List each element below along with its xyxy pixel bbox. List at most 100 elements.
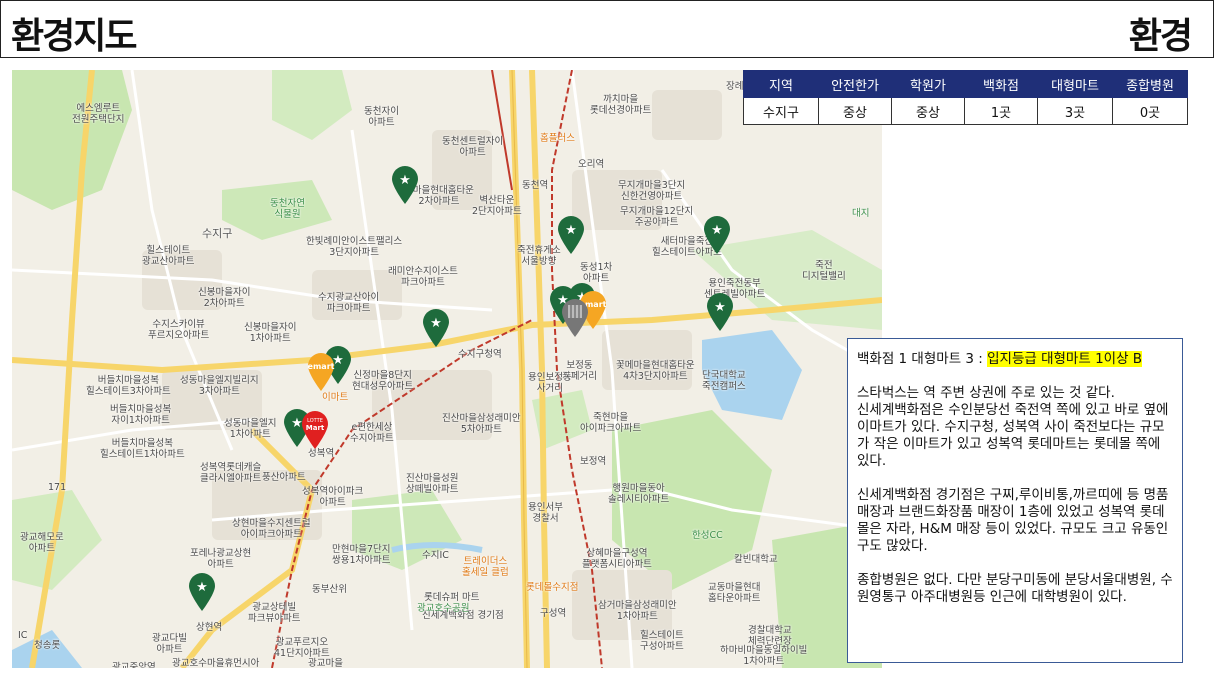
- notes-paragraph-shinsegae: 신세계백화점은 수인분당선 죽전역 쪽에 있고 바로 옆에 이마트가 있다. 수…: [857, 402, 1169, 469]
- starbucks-pin-icon[interactable]: ★: [187, 572, 217, 612]
- map-place-label: 벽산타운 2단지아파트: [472, 195, 522, 217]
- header-safety: 안전한가: [818, 70, 892, 98]
- cell-safety: 중상: [818, 97, 892, 125]
- map-place-label: 광교호수공원: [417, 603, 470, 614]
- map-place-label: 수지스카이뷰 푸르지오아파트: [148, 319, 210, 341]
- map-place-label: 버들치마을성복 힐스테이트1차아파트: [100, 438, 185, 460]
- map-place-label: 성동마을엘지빌리지 3차아파트: [180, 375, 259, 397]
- header-region: 지역: [743, 70, 819, 98]
- map-place-label: 동천역: [522, 180, 549, 191]
- park-area: [272, 70, 352, 140]
- map-place-label: 무지개마을3단지 신한건영아파트: [618, 180, 686, 202]
- map-place-label: 교동마을현대 홈타운아파트: [708, 582, 761, 604]
- map-place-label: 신정마을8단지 현대성우아파트: [352, 370, 414, 392]
- cell-academy: 중상: [891, 97, 965, 125]
- map-place-label: 신봉마을자이 1차아파트: [244, 322, 297, 344]
- starbucks-pin-icon[interactable]: ★: [390, 165, 420, 205]
- map-place-label: 버들치마을성복 힐스테이트3차아파트: [86, 375, 171, 397]
- map-place-label: 롯데몰수지점: [526, 582, 579, 593]
- map-place-label: 동천자연 식물원: [270, 198, 305, 220]
- map-place-label: 수지광교산아이 파크아파트: [318, 292, 380, 314]
- summary-prefix: 백화점 1 대형마트 3 :: [857, 351, 988, 367]
- map-place-label: 용인서부 경찰서: [528, 502, 563, 524]
- svg-text:★: ★: [565, 223, 577, 238]
- map-place-label: 성동마을엘지 1차아파트: [224, 418, 277, 440]
- page-header: 환경지도 환경: [0, 0, 1214, 58]
- map-place-label: 진산마을성원 상떼빌아파트: [406, 473, 459, 495]
- map-place-label: 래미안수지이스트 파크아파트: [388, 266, 458, 288]
- map-place-label: 삼거마을삼성래미안 1차아파트: [598, 600, 677, 622]
- svg-text:★: ★: [399, 173, 411, 188]
- header-general-hospital: 종합병원: [1112, 70, 1188, 98]
- map-place-label: 포레나광교상현 아파트: [190, 548, 252, 570]
- notes-paragraph-luxury: 신세계백화점 경기점은 구찌,루이비통,까르띠에 등 명품매장과 브랜드화장품 …: [857, 487, 1169, 554]
- park-area: [12, 70, 132, 210]
- map-place-label: 상현마을수지센트럴 아이파크아파트: [232, 518, 311, 540]
- map-place-label: 보정역: [580, 456, 607, 467]
- map-place-label: 롯데슈퍼 마트: [424, 592, 480, 603]
- notes-box: 백화점 1 대형마트 3 : 입지등급 대형마트 1이상 B 스타벅스는 역 주…: [847, 338, 1183, 663]
- rail-line: [491, 70, 513, 191]
- svg-text:★: ★: [711, 223, 723, 238]
- map-place-label: 만현마을7단지 쌍용1차아파트: [332, 544, 391, 566]
- map-background: [12, 70, 882, 668]
- map-place-label: 광교중앙역: [112, 662, 156, 668]
- starbucks-pin-icon[interactable]: ★: [705, 292, 735, 332]
- notes-paragraph-starbucks: 스타벅스는 역 주변 상권에 주로 있는 것 같다.: [857, 385, 1115, 401]
- svg-text:★: ★: [430, 316, 442, 331]
- map-place-label: 한빛례미안이스트팰리스 3단지아파트: [306, 236, 403, 258]
- grade-highlight: 입지등급 대형마트 1이상 B: [987, 351, 1143, 367]
- map-place-label: 오리역: [578, 159, 605, 170]
- map-place-label: 성복역롯데캐슬 클라시엘아파트: [200, 462, 262, 484]
- map-place-label: 구성역: [540, 608, 567, 619]
- map-place-label: 하마비마을동일하이빌 1차아파트: [720, 645, 808, 667]
- map-place-label: 행원마을동아 솔레시티아파트: [608, 483, 670, 505]
- map-place-label: 동천센트럴자이 아파트: [442, 136, 504, 158]
- section-title: 환경: [1128, 16, 1193, 57]
- notes-paragraph-hospital: 종합병원은 없다. 다만 분당구미동에 분당서울대병원, 수원영통구 아주대병원…: [857, 572, 1173, 605]
- department-store-pin-icon[interactable]: [560, 298, 590, 338]
- svg-text:★: ★: [196, 580, 208, 595]
- notes-summary-line: 백화점 1 대형마트 3 : 입지등급 대형마트 1이상 B: [857, 351, 1174, 368]
- map-place-label: 광교상테빌 파크뷰아파트: [248, 602, 301, 624]
- map-place-label: 상현역: [196, 622, 223, 633]
- map-place-label: 상혜마을구성역 플랫폼시티아파트: [582, 548, 652, 570]
- starbucks-pin-icon[interactable]: ★: [421, 308, 451, 348]
- starbucks-pin-icon[interactable]: ★: [702, 215, 732, 255]
- map-place-label: 죽전휴게소 서울방향: [517, 245, 561, 267]
- map-place-label: 꽃메마을현대홈타운 4차3단지아파트: [616, 360, 695, 382]
- cell-department-store: 1곳: [964, 97, 1038, 125]
- svg-text:★: ★: [714, 300, 726, 315]
- map-place-label: 동부산위: [312, 584, 347, 595]
- starbucks-pin-icon[interactable]: ★: [556, 215, 586, 255]
- map-place-label: e편한세상 수지아파트: [350, 422, 394, 444]
- map-place-label: 무지개마을12단지 주공아파트: [620, 206, 694, 228]
- svg-text:emart: emart: [308, 362, 335, 371]
- map-place-label: 경찰대학교 체력단련장: [748, 625, 792, 647]
- map-place-label: 한성CC: [692, 530, 723, 541]
- map-place-label: 광교호수마을휴먼시아: [172, 658, 260, 668]
- map-place-label: 광교푸르지오 41단지아파트: [274, 637, 330, 659]
- map-place-label: 수지구청역: [458, 349, 502, 360]
- map-place-label: IC: [18, 630, 28, 641]
- map-place-label: 신봉마을자이 2차아파트: [198, 287, 251, 309]
- map-place-label: 힐스테이트 구성아파트: [640, 630, 684, 652]
- emart-pin-icon[interactable]: emart: [306, 352, 336, 392]
- cell-hypermarket: 3곳: [1037, 97, 1113, 125]
- map-place-label: 동천자이 아파트: [364, 106, 399, 128]
- header-academy: 학원가: [891, 70, 965, 98]
- header-department-store: 백화점: [964, 70, 1038, 98]
- map-place-label: 트레이더스 홀세일 클럽: [462, 556, 509, 578]
- map-place-label: 동성1차 아파트: [580, 262, 613, 284]
- map-place-label: 광교마을: [308, 658, 343, 668]
- map-place-label: 풍산아파트: [262, 472, 306, 483]
- map-place-label: 광교다빌 아파트: [152, 633, 187, 655]
- environment-map[interactable]: 에스엠루트 전원주택단지 동천자이 아파트 까치마을 롯데선경아파트 동천센트럴자이 …: [12, 70, 882, 668]
- map-place-label: 에스엠루트 전원주택단지: [72, 103, 125, 125]
- lotte-mart-pin-icon[interactable]: LOTTE Mart: [300, 410, 330, 450]
- map-place-label: 진산마을삼성래미안 5차아파트: [442, 413, 521, 435]
- cell-region: 수지구: [743, 97, 819, 125]
- map-place-label: 죽현마을 아이파크아파트: [580, 412, 642, 434]
- cell-general-hospital: 0곳: [1112, 97, 1188, 125]
- map-place-label: 광교해모로 아파트: [20, 532, 64, 554]
